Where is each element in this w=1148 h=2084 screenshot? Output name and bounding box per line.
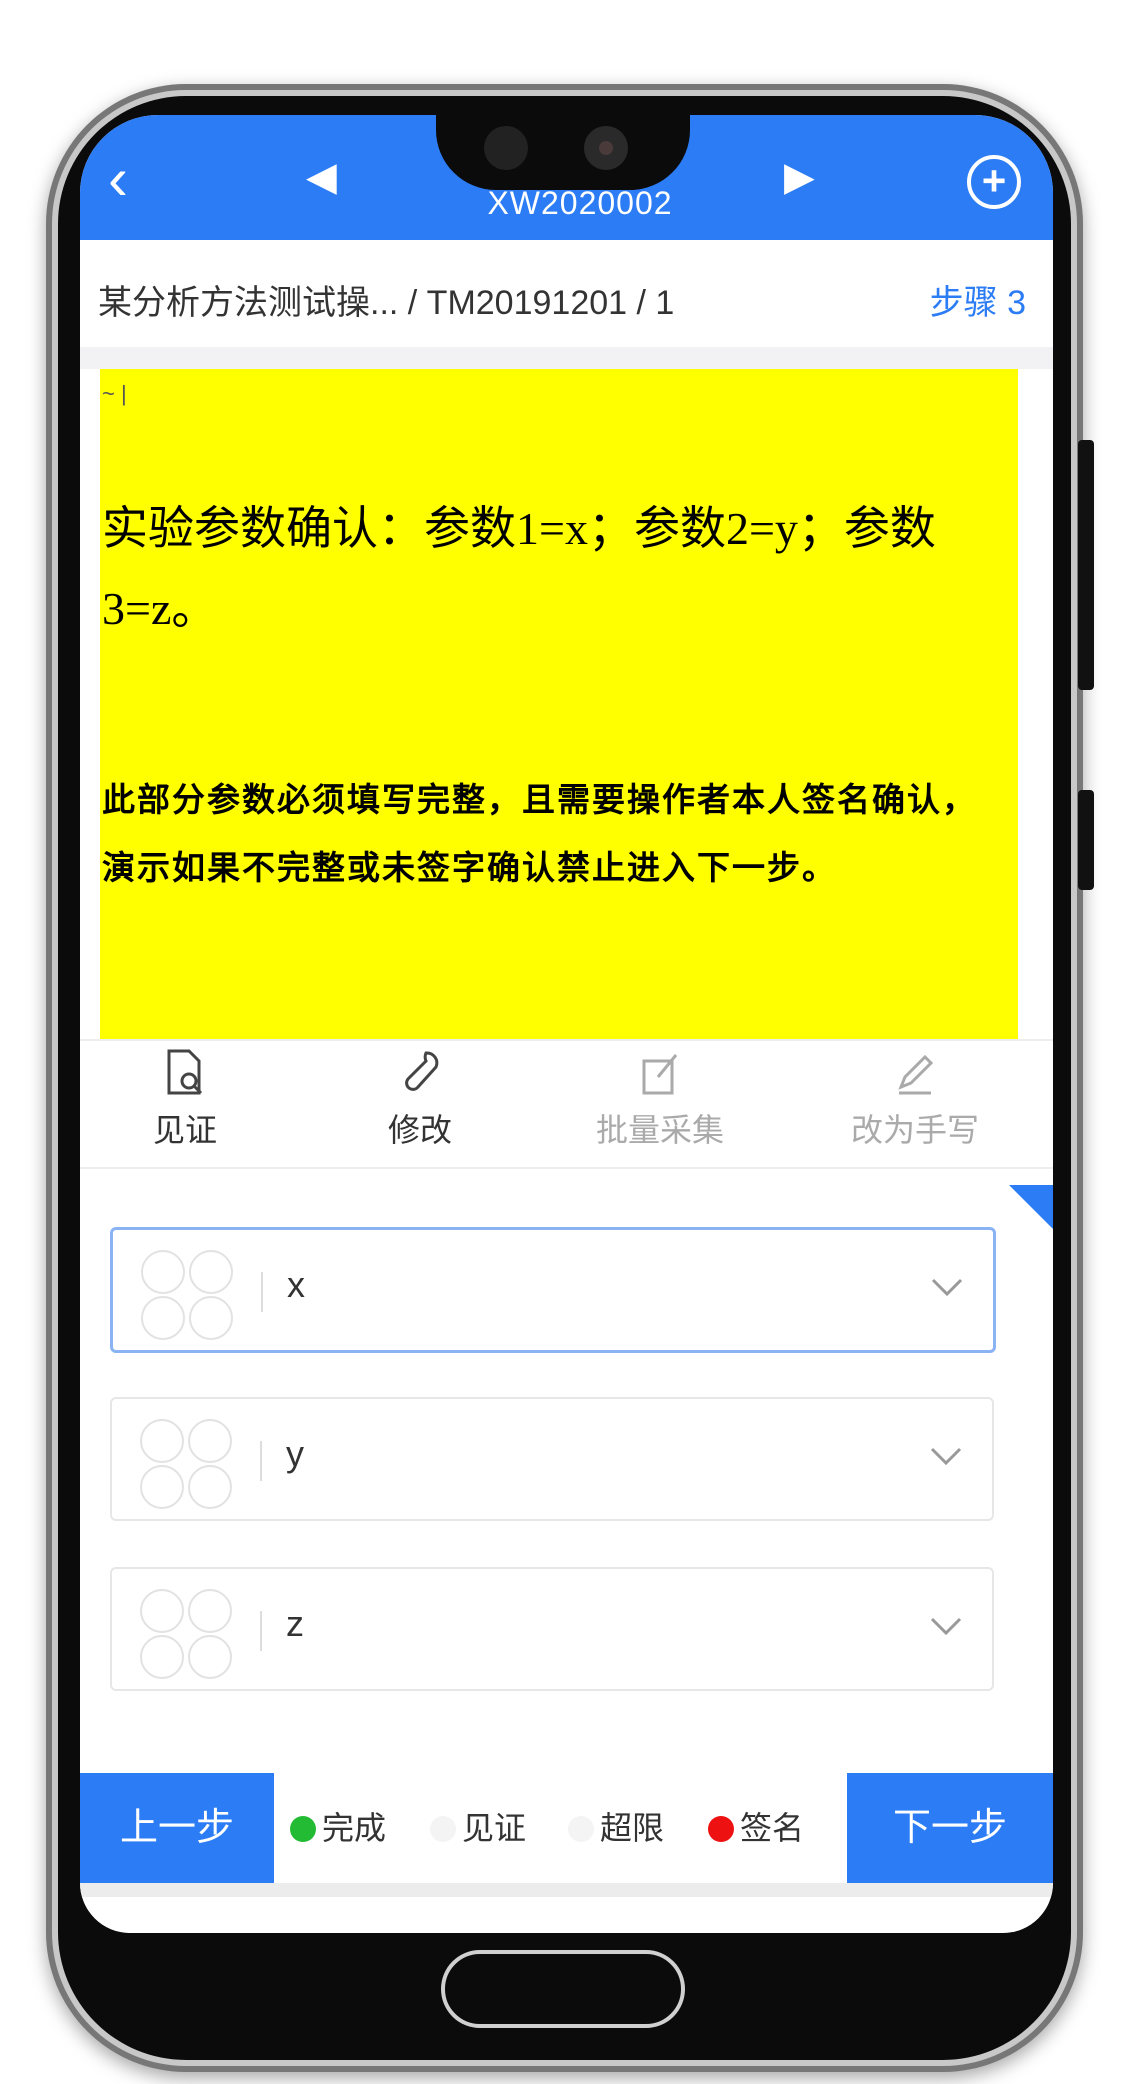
next-step-button[interactable]: 下一步 xyxy=(847,1773,1053,1883)
parameter-select-3[interactable]: z xyxy=(110,1567,994,1691)
parameter-select-1[interactable]: x xyxy=(110,1227,996,1353)
grid-circles-icon xyxy=(140,1589,232,1679)
chevron-down-icon[interactable] xyxy=(926,1605,966,1645)
bottom-divider xyxy=(80,1883,1053,1897)
action-toolbar: 见证 修改 批量采集 改为手写 xyxy=(80,1039,1053,1169)
volume-button xyxy=(1078,440,1094,690)
modify-label: 修改 xyxy=(387,1112,452,1148)
parameter-select-2[interactable]: y xyxy=(110,1397,994,1521)
legend-witness: 见证 xyxy=(430,1773,526,1883)
sensor-icon xyxy=(484,126,528,170)
home-button[interactable] xyxy=(441,1950,685,2028)
step-indicator[interactable]: 步骤 3 xyxy=(930,275,1026,324)
legend-complete: 完成 xyxy=(290,1773,386,1883)
next-record-icon[interactable]: ▶ xyxy=(784,157,815,197)
status-dot-icon xyxy=(568,1815,594,1842)
handwriting-label: 改为手写 xyxy=(850,1112,979,1148)
previous-record-icon[interactable]: ◀ xyxy=(306,157,337,197)
wrench-icon xyxy=(405,1051,439,1091)
instruction-body: 此部分参数必须填写完整，且需要操作者本人签名确认，演示如果不完整或未签字确认禁止… xyxy=(102,783,977,887)
corner-indicator xyxy=(1009,1185,1053,1229)
add-circle-icon[interactable]: + xyxy=(967,155,1021,209)
instruction-panel: ~ | 实验参数确认：参数1=x；参数2=y；参数3=z。 此部分参数必须填写完… xyxy=(100,369,1018,1039)
back-arrow-icon[interactable]: ‹ xyxy=(108,149,128,209)
witness-label: 见证 xyxy=(152,1112,217,1148)
previous-step-button[interactable]: 上一步 xyxy=(80,1773,274,1883)
grid-circles-icon xyxy=(140,1419,232,1509)
breadcrumb-path: 某分析方法测试操... / TM20191201 / 1 xyxy=(98,284,675,322)
instruction-title: 实验参数确认：参数1=x；参数2=y；参数3=z。 xyxy=(102,503,936,634)
section-divider xyxy=(80,347,1053,369)
grid-circles-icon xyxy=(141,1250,233,1340)
camera-icon xyxy=(584,126,628,170)
legend-overlimit: 超限 xyxy=(568,1773,664,1883)
status-dot-icon xyxy=(708,1815,734,1842)
batch-collect-button[interactable]: 批量采集 xyxy=(585,1047,735,1151)
field-separator xyxy=(260,1441,262,1481)
bottom-nav-bar: 上一步 完成 见证 超限 签名 下一步 xyxy=(80,1773,1053,1883)
cursor-marker: ~ | xyxy=(102,381,127,406)
handwriting-button[interactable]: 改为手写 xyxy=(840,1047,990,1151)
status-dot-icon xyxy=(290,1815,316,1842)
power-button xyxy=(1078,790,1094,890)
camera-notch xyxy=(436,110,690,190)
field-separator xyxy=(261,1272,263,1312)
batch-collect-icon xyxy=(642,1054,678,1095)
batch-collect-label: 批量采集 xyxy=(595,1112,724,1148)
document-search-icon xyxy=(167,1049,203,1095)
modify-button[interactable]: 修改 xyxy=(345,1047,495,1151)
parameter-value: z xyxy=(286,1603,304,1644)
witness-button[interactable]: 见证 xyxy=(110,1047,260,1151)
breadcrumb: 某分析方法测试操... / TM20191201 / 1 步骤 3 xyxy=(98,265,1038,325)
field-separator xyxy=(260,1611,262,1651)
status-dot-icon xyxy=(430,1815,456,1842)
parameter-value: x xyxy=(287,1264,305,1305)
legend-signature: 签名 xyxy=(708,1773,804,1883)
page-title: XW2020002 xyxy=(487,185,673,221)
chevron-down-icon[interactable] xyxy=(927,1266,967,1306)
app-screen: ‹ ◀ XW2020002 ▶ + 某分析方法测试操... / TM201912… xyxy=(80,115,1053,1933)
parameter-value: y xyxy=(286,1433,304,1474)
chevron-down-icon[interactable] xyxy=(926,1435,966,1475)
pen-icon xyxy=(898,1054,934,1095)
